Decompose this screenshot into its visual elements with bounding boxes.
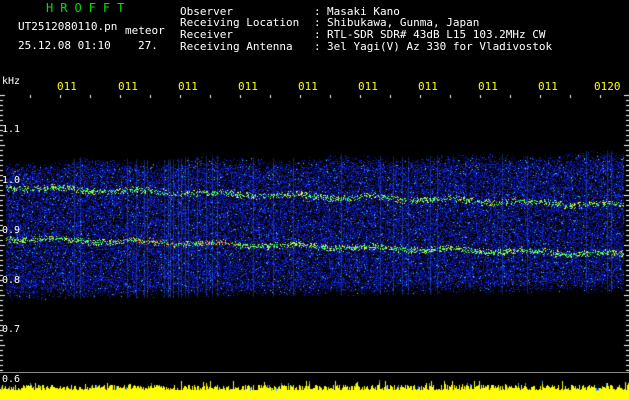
time-tick: 011	[418, 80, 438, 93]
freq-label: 0.8	[2, 275, 21, 286]
date-time: 25.12.08 01:10	[18, 39, 111, 52]
antenna-value: 3el Yagi(V) Az 330 for Vladivostok	[327, 40, 553, 53]
spectrogram-window: HROFFT UT2512080110.pn meteor 25.12.08 0…	[0, 0, 629, 400]
freq-label: 1.1	[2, 124, 21, 135]
meteor-label: meteor	[125, 24, 165, 37]
antenna-label: Receiving Antenna	[180, 40, 293, 53]
freq-label: 1.0	[2, 175, 21, 186]
time-tick: 011	[478, 80, 498, 93]
time-tick: 011	[238, 80, 258, 93]
time-tick: 011	[57, 80, 77, 93]
time-tick: 011	[298, 80, 318, 93]
spectrogram-canvas	[0, 0, 629, 400]
freq-unit-label: kHz	[2, 76, 21, 87]
time-tick: 011	[358, 80, 378, 93]
time-tick: 011	[178, 80, 198, 93]
time-tick: 011	[118, 80, 138, 93]
freq-label: 0.9	[2, 225, 21, 236]
freq-label: 0.6	[2, 374, 21, 385]
antenna-colon: :	[314, 40, 321, 53]
app-title: HROFFT	[46, 1, 132, 15]
meteor-count: 27.	[138, 39, 158, 52]
baseline-divider	[0, 372, 629, 373]
time-tick: 0120	[594, 80, 621, 93]
file-name: UT2512080110.pn	[18, 20, 118, 33]
time-tick: 011	[538, 80, 558, 93]
freq-label: 0.7	[2, 324, 21, 335]
